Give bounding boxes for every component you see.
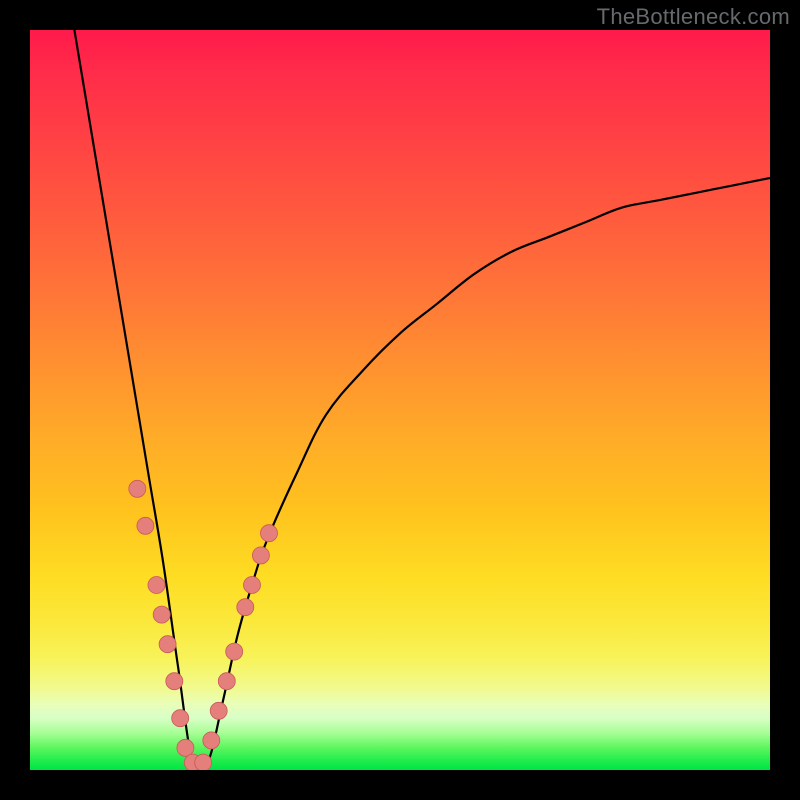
sample-dot: [148, 577, 165, 594]
sample-dot: [153, 606, 170, 623]
sample-dot: [261, 525, 278, 542]
sample-dot: [210, 702, 227, 719]
bottleneck-curve: [74, 30, 770, 770]
sample-dot: [226, 643, 243, 660]
curve-svg: [30, 30, 770, 770]
sample-dot: [218, 673, 235, 690]
sample-dot: [129, 480, 146, 497]
sample-dot: [244, 577, 261, 594]
chart-frame: TheBottleneck.com: [0, 0, 800, 800]
sample-dots: [129, 480, 278, 770]
sample-dot: [166, 673, 183, 690]
sample-dot: [195, 754, 212, 770]
sample-dot: [159, 636, 176, 653]
sample-dot: [137, 517, 154, 534]
sample-dot: [177, 739, 194, 756]
sample-dot: [203, 732, 220, 749]
sample-dot: [237, 599, 254, 616]
sample-dot: [172, 710, 189, 727]
sample-dot: [252, 547, 269, 564]
plot-area: [30, 30, 770, 770]
watermark-text: TheBottleneck.com: [597, 4, 790, 30]
